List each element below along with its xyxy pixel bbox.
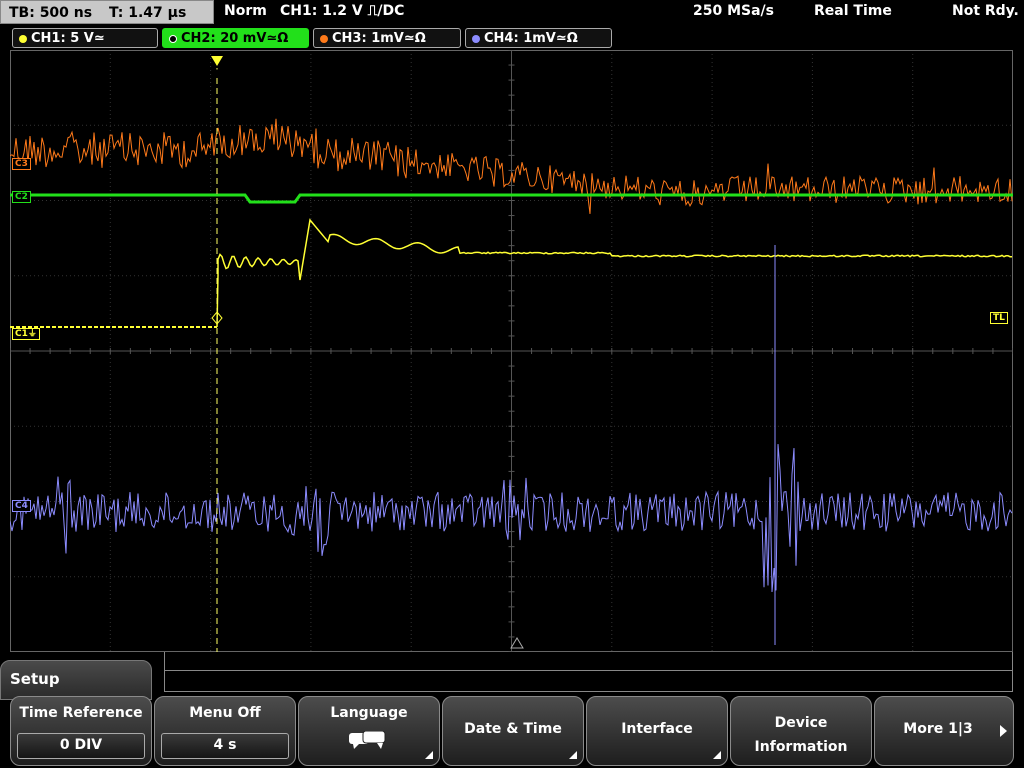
trigger-level-text: TL bbox=[993, 313, 1005, 323]
center-time-icon bbox=[510, 637, 524, 649]
language-softkey[interactable]: Language bbox=[298, 696, 440, 766]
speech-bubble-icon bbox=[349, 731, 387, 751]
submenu-corner-icon bbox=[713, 751, 721, 759]
ch3-ground-marker[interactable]: C3 bbox=[12, 158, 31, 170]
ch4-dot-icon bbox=[472, 35, 480, 43]
acquisition-mode: Real Time bbox=[814, 3, 892, 19]
interface-softkey[interactable]: Interface bbox=[586, 696, 728, 766]
date-time-softkey[interactable]: Date & Time bbox=[442, 696, 584, 766]
more-label: More 1|3 bbox=[903, 721, 973, 737]
trigger-mode[interactable]: Norm bbox=[224, 3, 267, 19]
date-time-label: Date & Time bbox=[464, 721, 562, 737]
ch2-dot-icon bbox=[169, 35, 177, 43]
device-information-label: Device Information bbox=[731, 711, 871, 759]
device-information-line1: Device bbox=[774, 715, 828, 731]
ch4-label: CH4: 1mV≃Ω bbox=[484, 31, 578, 46]
time-reference-value: 0 DIV bbox=[17, 733, 145, 759]
ch1-label: CH1: 5 V≃ bbox=[31, 31, 105, 46]
interface-label: Interface bbox=[621, 721, 693, 737]
ch2-ground-marker[interactable]: C2 bbox=[12, 191, 31, 203]
ch3-marker-text: C3 bbox=[15, 159, 28, 169]
softkey-row: Time Reference 0 DIV Menu Off 4 s Langua… bbox=[0, 696, 1024, 768]
waveform-display[interactable]: T C1⏚ C2 C3 C4 TL bbox=[10, 50, 1013, 652]
trigger-t-marker: T bbox=[214, 69, 221, 79]
timebase-value: TB: 500 ns bbox=[9, 5, 93, 21]
channel-tab-ch4[interactable]: CH4: 1mV≃Ω bbox=[465, 28, 612, 48]
channel-tab-ch3[interactable]: CH3: 1mV≃Ω bbox=[313, 28, 461, 48]
status-bar: TB: 500 ns T: 1.47 µs Norm CH1: 1.2 V ⎍/… bbox=[0, 0, 1024, 26]
time-reference-softkey[interactable]: Time Reference 0 DIV bbox=[10, 696, 152, 766]
ch3-label: CH3: 1mV≃Ω bbox=[332, 31, 426, 46]
time-reference-label: Time Reference bbox=[19, 705, 143, 721]
message-bar-divider bbox=[165, 652, 1012, 671]
menu-title: Setup bbox=[0, 660, 152, 700]
graticule bbox=[10, 50, 1013, 652]
menu-off-label: Menu Off bbox=[189, 705, 261, 721]
sample-rate: 250 MSa/s bbox=[693, 3, 775, 19]
trigger-position-icon[interactable] bbox=[211, 56, 223, 66]
message-bar bbox=[164, 652, 1013, 692]
ch4-marker-text: C4 bbox=[15, 501, 28, 511]
ch3-dot-icon bbox=[320, 35, 328, 43]
ch1-trace-after-trigger bbox=[216, 218, 1012, 328]
submenu-corner-icon bbox=[569, 751, 577, 759]
trigger-setting[interactable]: CH1: 1.2 V ⎍/DC bbox=[280, 3, 404, 19]
menu-area: Setup Time Reference 0 DIV Menu Off 4 s … bbox=[0, 652, 1024, 768]
submenu-corner-icon bbox=[425, 751, 433, 759]
ch1-ground-marker[interactable]: C1⏚ bbox=[12, 328, 40, 340]
acquisition-state: Not Rdy. bbox=[952, 3, 1019, 19]
next-page-icon bbox=[1000, 725, 1007, 737]
trigger-level-marker[interactable]: TL bbox=[990, 312, 1008, 324]
ch1-marker-text: C1 bbox=[15, 329, 28, 339]
channel-tab-ch1[interactable]: CH1: 5 V≃ bbox=[12, 28, 158, 48]
menu-off-value: 4 s bbox=[161, 733, 289, 759]
ch1-dot-icon bbox=[19, 35, 27, 43]
menu-off-softkey[interactable]: Menu Off 4 s bbox=[154, 696, 296, 766]
waveform-canvas: T bbox=[10, 50, 1013, 652]
device-information-softkey[interactable]: Device Information bbox=[730, 696, 872, 766]
ch4-ground-marker[interactable]: C4 bbox=[12, 500, 31, 512]
ch2-marker-text: C2 bbox=[15, 192, 28, 202]
device-information-line2: Information bbox=[754, 739, 848, 755]
channel-tab-ch2[interactable]: CH2: 20 mV≃Ω bbox=[162, 28, 309, 48]
language-label: Language bbox=[330, 705, 408, 721]
channel-tabs: CH1: 5 V≃ CH2: 20 mV≃Ω CH3: 1mV≃Ω CH4: 1… bbox=[0, 26, 1024, 50]
trigger-time-value: T: 1.47 µs bbox=[108, 5, 187, 21]
more-softkey[interactable]: More 1|3 bbox=[874, 696, 1014, 766]
ch2-label: CH2: 20 mV≃Ω bbox=[181, 31, 289, 46]
timebase-box[interactable]: TB: 500 ns T: 1.47 µs bbox=[0, 0, 214, 24]
